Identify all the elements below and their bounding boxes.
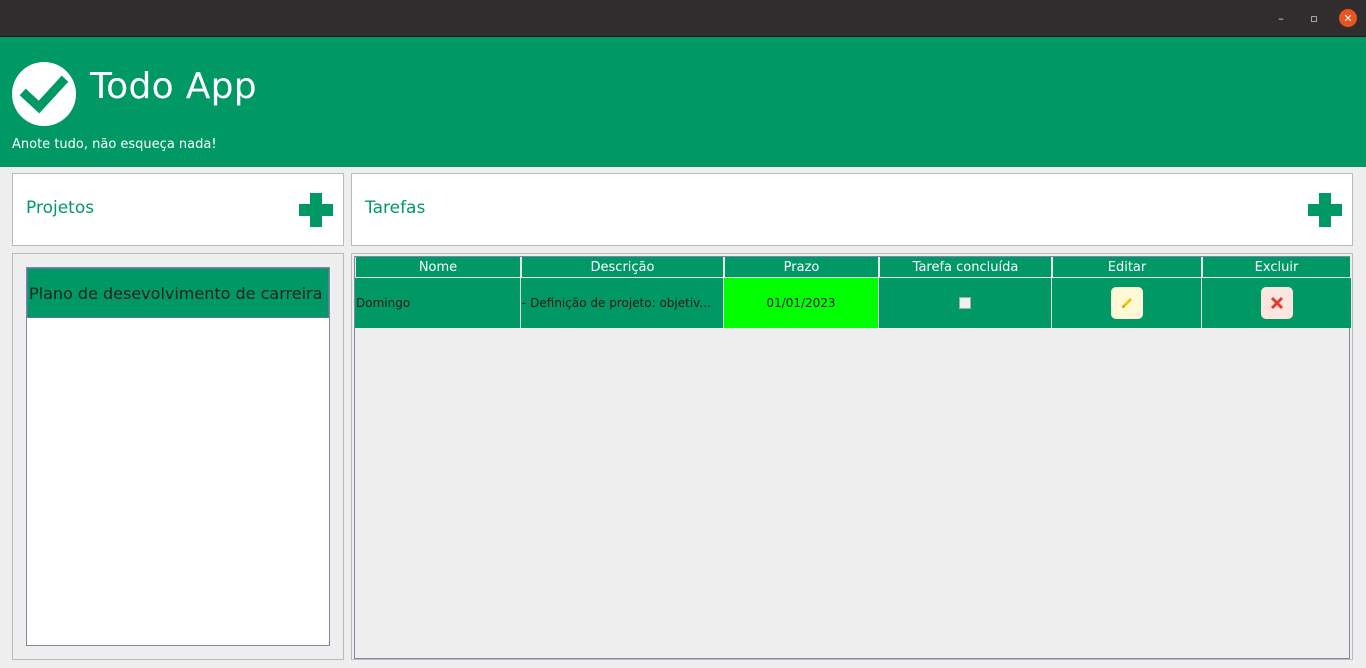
column-header-editar[interactable]: Editar xyxy=(1052,257,1202,278)
delete-task-button[interactable] xyxy=(1260,287,1293,319)
task-edit-cell xyxy=(1052,278,1202,328)
minimize-icon[interactable]: – xyxy=(1272,9,1290,27)
close-window-icon[interactable]: ✕ xyxy=(1339,9,1357,27)
close-x-icon xyxy=(1270,296,1283,310)
add-task-button[interactable] xyxy=(1308,193,1342,227)
tasks-panel: Nome Descrição Prazo Tarefa concluída Ed… xyxy=(351,253,1353,660)
tasks-title: Tarefas xyxy=(365,198,426,218)
check-circle-icon xyxy=(12,62,76,126)
task-delete-cell xyxy=(1202,278,1351,328)
task-description-cell[interactable]: - Definição de projeto: objetiv... xyxy=(521,278,724,328)
tasks-header-panel: Tarefas xyxy=(351,173,1353,246)
column-header-nome[interactable]: Nome xyxy=(355,257,521,278)
projects-title: Projetos xyxy=(26,198,95,218)
task-deadline-cell[interactable]: 01/01/2023 xyxy=(724,278,879,328)
maximize-icon[interactable]: ▫ xyxy=(1305,9,1323,27)
projects-list[interactable]: Plano de desevolvimento de carreira xyxy=(26,267,330,646)
app-header: Todo App Anote tudo, não esqueça nada! xyxy=(0,37,1366,167)
tasks-table[interactable]: Nome Descrição Prazo Tarefa concluída Ed… xyxy=(354,256,1351,659)
column-header-excluir[interactable]: Excluir xyxy=(1202,257,1351,278)
window-titlebar: – ▫ ✕ xyxy=(0,0,1366,37)
projects-header-panel: Projetos xyxy=(12,173,344,246)
projects-panel: Plano de desevolvimento de carreira xyxy=(12,253,344,660)
task-completed-checkbox[interactable] xyxy=(959,297,971,309)
column-header-prazo[interactable]: Prazo xyxy=(724,257,879,278)
task-name-cell[interactable]: Domingo xyxy=(355,278,521,328)
column-header-descricao[interactable]: Descrição xyxy=(521,257,724,278)
column-header-tarefa-concluida[interactable]: Tarefa concluída xyxy=(879,257,1052,278)
app-subtitle: Anote tudo, não esqueça nada! xyxy=(12,137,217,152)
pencil-icon xyxy=(1121,298,1132,308)
add-project-button[interactable] xyxy=(299,193,333,227)
task-completed-cell xyxy=(879,278,1052,328)
list-item[interactable]: Plano de desevolvimento de carreira xyxy=(27,268,329,318)
app-title: Todo App xyxy=(90,66,257,107)
edit-task-button[interactable] xyxy=(1110,287,1143,319)
